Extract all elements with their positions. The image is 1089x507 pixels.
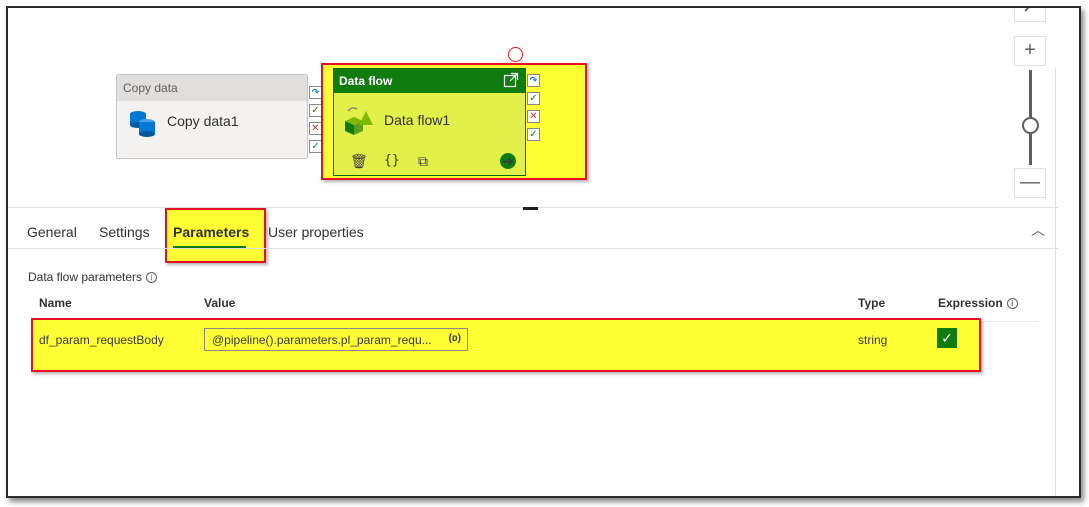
dataflow-activity-ports: ↷ ✓ ✕ ✓: [527, 74, 541, 146]
open-external-icon[interactable]: [503, 72, 519, 88]
properties-tabs: General Settings Parameters User propert…: [8, 208, 1058, 249]
info-icon[interactable]: i: [1006, 298, 1018, 309]
section-title: Data flow parameters i: [28, 270, 158, 284]
column-header-type: Type: [858, 296, 886, 310]
code-icon[interactable]: {}: [384, 153, 400, 169]
zoom-slider-thumb[interactable]: [1022, 117, 1039, 134]
activity-name: Data flow1: [384, 112, 451, 128]
failure-port-icon[interactable]: ✕: [527, 110, 540, 123]
info-icon[interactable]: i: [146, 272, 158, 283]
data-flow-icon: [345, 107, 373, 135]
tab-general[interactable]: General: [27, 224, 77, 240]
completion-port-icon[interactable]: ✓: [527, 128, 540, 141]
delete-icon[interactable]: 🗑: [350, 153, 368, 169]
section-title-label: Data flow parameters: [28, 270, 143, 284]
app-window: Copy data Copy data1 ↷ ✓ ✕ ✓ Data flow D…: [6, 6, 1081, 498]
go-to-arrow-icon[interactable]: ➜: [500, 153, 516, 169]
expression-checkbox[interactable]: ✓: [937, 328, 957, 348]
chevron-up-icon[interactable]: ︿: [1031, 220, 1045, 240]
annotation-circle: [508, 47, 523, 62]
data-flow-activity[interactable]: Data flow Data flow1 🗑 {} ⧉ ➜: [333, 68, 526, 176]
zoom-controls: ↗ + —: [1014, 8, 1052, 208]
success-port-icon[interactable]: ✓: [527, 92, 540, 105]
expand-icon[interactable]: ↗: [1014, 8, 1046, 22]
skip-port-icon[interactable]: ↷: [527, 74, 540, 87]
clone-icon[interactable]: ⧉: [418, 153, 428, 169]
active-tab-indicator: [173, 246, 246, 248]
parameter-value-field[interactable]: @pipeline().parameters.pl_param_requ... …: [204, 328, 468, 351]
tab-user-properties[interactable]: User properties: [268, 224, 364, 240]
database-icon: [130, 111, 155, 137]
scrollbar-track: [1055, 68, 1056, 496]
parameter-name: df_param_requestBody: [39, 333, 164, 347]
activity-type-label: Copy data: [117, 75, 307, 101]
parameter-type: string: [858, 333, 888, 347]
tab-settings[interactable]: Settings: [99, 224, 150, 240]
pipeline-canvas[interactable]: Copy data Copy data1 ↷ ✓ ✕ ✓ Data flow D…: [8, 8, 1079, 208]
column-header-expression-label: Expression: [938, 296, 1003, 310]
column-header-expression: Expression i: [938, 296, 1018, 310]
copy-data-activity[interactable]: Copy data Copy data1: [116, 74, 308, 159]
zoom-in-button[interactable]: +: [1014, 36, 1046, 66]
activity-name: Copy data1: [167, 113, 239, 129]
tab-parameters[interactable]: Parameters: [173, 224, 249, 240]
zoom-out-button[interactable]: —: [1014, 168, 1046, 198]
column-header-value: Value: [204, 296, 236, 310]
parameter-value-text: @pipeline().parameters.pl_param_requ...: [212, 333, 432, 347]
column-header-name: Name: [39, 296, 72, 310]
activity-type-label: Data flow: [339, 74, 393, 88]
expression-builder-icon[interactable]: (ᴅ): [449, 333, 461, 344]
annotation-highlight: [31, 318, 981, 372]
